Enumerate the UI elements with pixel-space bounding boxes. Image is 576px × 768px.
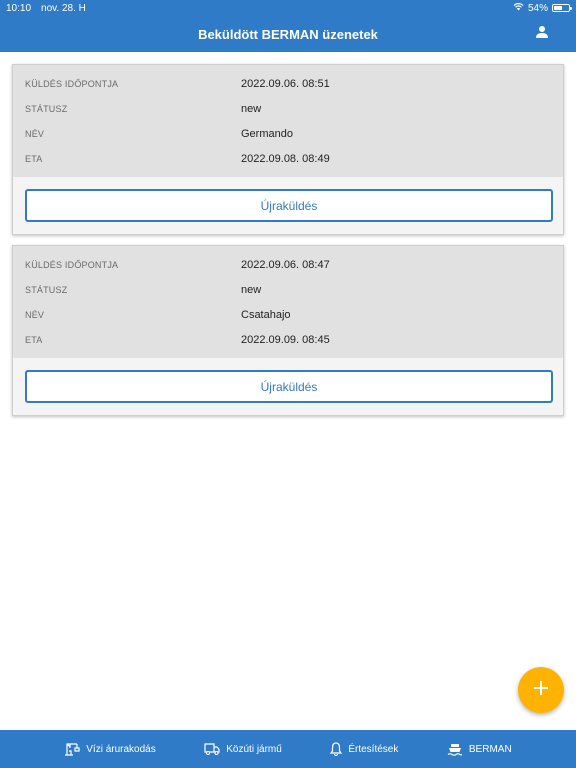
nav-bar: Beküldött BERMAN üzenetek — [0, 16, 576, 52]
field-row-eta: ETA 2022.09.09. 08:45 — [25, 327, 551, 352]
field-label: STÁTUSZ — [25, 284, 68, 295]
card-actions: Újraküldés — [13, 177, 563, 234]
message-card: KÜLDÉS IDŐPONTJA 2022.09.06. 08:47 STÁTU… — [12, 245, 564, 416]
tab-water-loading[interactable]: Vízi árurakodás — [64, 742, 156, 756]
resend-button[interactable]: Újraküldés — [25, 189, 553, 222]
field-row-name: NÉV Csatahajo — [25, 302, 551, 327]
battery-fill — [554, 6, 562, 10]
field-row-send-time: KÜLDÉS IDŐPONTJA 2022.09.06. 08:47 — [25, 252, 551, 277]
page-title: Beküldött BERMAN üzenetek — [198, 26, 378, 42]
message-list: KÜLDÉS IDŐPONTJA 2022.09.06. 08:51 STÁTU… — [0, 52, 576, 730]
field-value: 2022.09.06. 08:51 — [241, 77, 330, 90]
battery-icon — [552, 4, 572, 12]
field-label: NÉV — [25, 309, 45, 320]
field-value: Germando — [241, 127, 293, 140]
add-button[interactable] — [518, 667, 564, 713]
field-row-name: NÉV Germando — [25, 121, 551, 146]
field-value: Csatahajo — [241, 308, 291, 321]
field-row-status: STÁTUSZ new — [25, 96, 551, 121]
card-actions: Újraküldés — [13, 358, 563, 415]
field-label: KÜLDÉS IDŐPONTJA — [25, 78, 119, 89]
field-label: ETA — [25, 153, 43, 164]
tab-road-vehicle[interactable]: Közúti jármű — [204, 743, 282, 755]
truck-icon — [204, 743, 220, 755]
status-bar: 10:10 nov. 28. H 54% — [0, 0, 576, 16]
message-details: KÜLDÉS IDŐPONTJA 2022.09.06. 08:51 STÁTU… — [13, 65, 563, 177]
field-value: new — [241, 102, 262, 115]
tab-label: Értesítések — [348, 743, 399, 755]
tab-bar: Vízi árurakodás Közúti jármű Értesítések… — [0, 730, 576, 768]
tab-notifications[interactable]: Értesítések — [330, 742, 398, 756]
field-row-send-time: KÜLDÉS IDŐPONTJA 2022.09.06. 08:51 — [25, 71, 551, 96]
field-label: KÜLDÉS IDŐPONTJA — [25, 259, 119, 270]
message-details: KÜLDÉS IDŐPONTJA 2022.09.06. 08:47 STÁTU… — [13, 246, 563, 358]
user-icon — [535, 25, 549, 44]
field-label: STÁTUSZ — [25, 103, 68, 114]
crane-icon — [64, 742, 80, 756]
field-row-eta: ETA 2022.09.08. 08:49 — [25, 146, 551, 171]
field-value: 2022.09.06. 08:47 — [241, 258, 330, 271]
tab-label: Közúti jármű — [226, 743, 282, 755]
field-value: 2022.09.08. 08:49 — [241, 152, 330, 165]
user-button[interactable] — [532, 24, 552, 44]
message-card: KÜLDÉS IDŐPONTJA 2022.09.06. 08:51 STÁTU… — [12, 64, 564, 235]
field-value: 2022.09.09. 08:45 — [241, 333, 330, 346]
resend-button[interactable]: Újraküldés — [25, 370, 553, 403]
status-date: nov. 28. H — [41, 2, 86, 14]
field-label: NÉV — [25, 128, 45, 139]
field-row-status: STÁTUSZ new — [25, 277, 551, 302]
tab-label: BERMAN — [468, 743, 512, 755]
ship-icon — [447, 742, 463, 756]
plus-icon — [533, 680, 549, 701]
battery-percent: 54% — [527, 2, 548, 14]
wifi-icon — [513, 2, 524, 14]
status-time: 10:10 — [6, 2, 32, 14]
field-value: new — [241, 283, 262, 296]
tab-berman[interactable]: BERMAN — [447, 742, 512, 756]
field-label: ETA — [25, 334, 43, 345]
bell-icon — [330, 742, 343, 756]
tab-label: Vízi árurakodás — [86, 743, 156, 755]
